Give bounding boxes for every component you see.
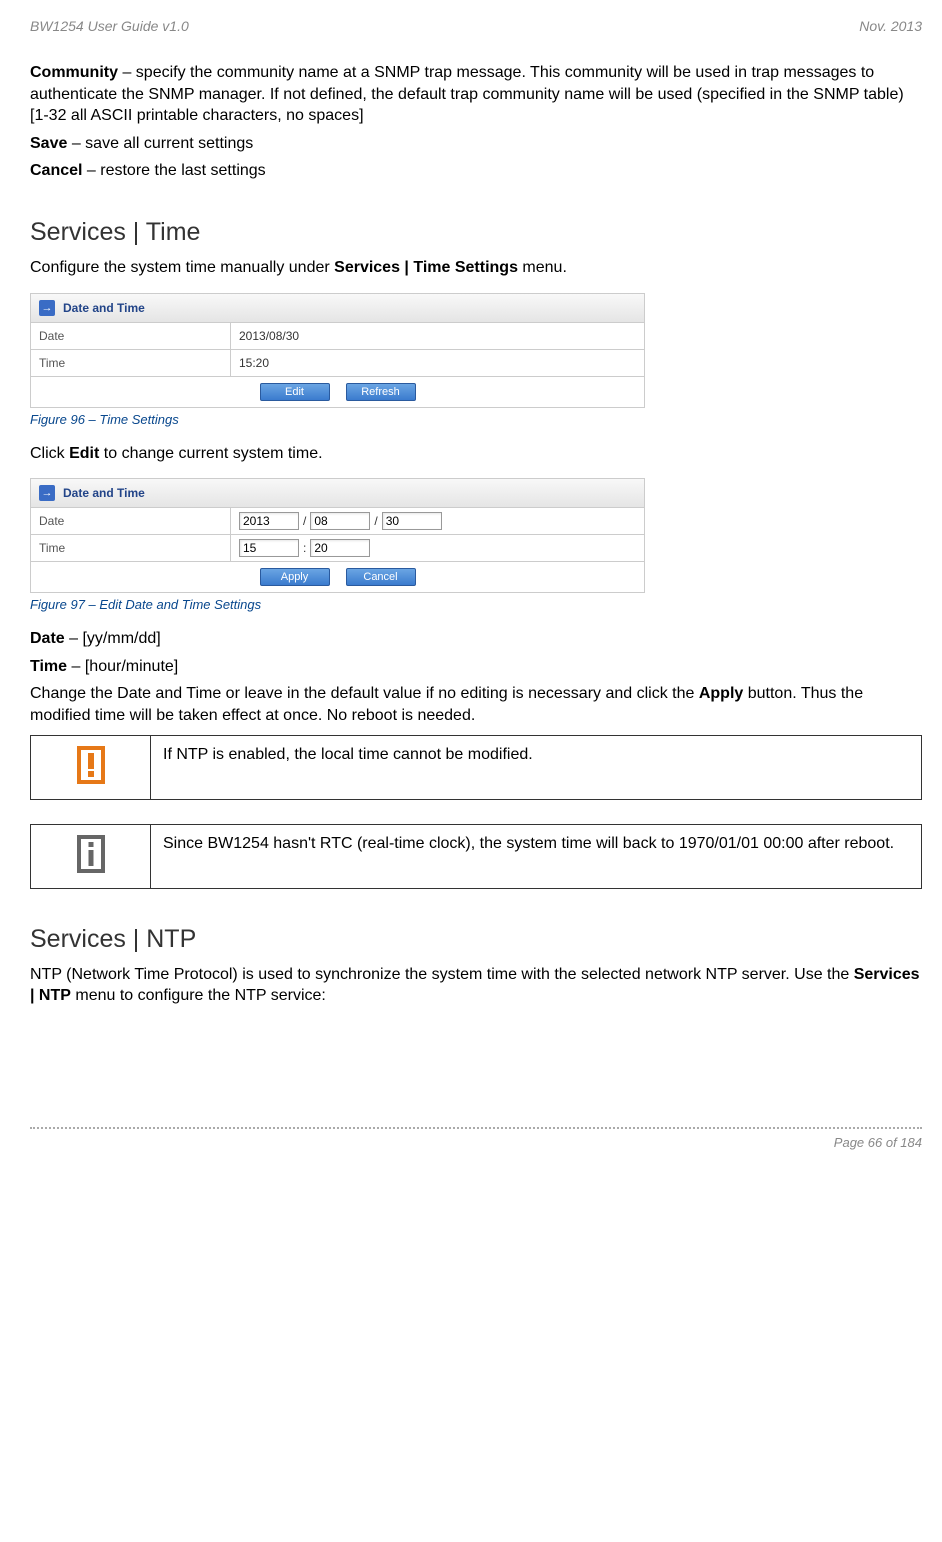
time-value: 15:20	[231, 350, 644, 376]
refresh-button[interactable]: Refresh	[346, 383, 416, 401]
info-icon	[77, 835, 105, 873]
ntp-desc-pre: NTP (Network Time Protocol) is used to s…	[30, 966, 854, 983]
panel-header: → Date and Time	[31, 294, 644, 323]
community-label: Community	[30, 64, 118, 81]
apply-button[interactable]: Apply	[260, 568, 330, 586]
datetime-panel-edit: → Date and Time Date / / Time : Apply Ca…	[30, 478, 645, 593]
save-text: – save all current settings	[67, 135, 253, 152]
date-inputs: / /	[231, 508, 644, 534]
warning-icon-cell	[31, 735, 151, 799]
change-pre: Change the Date and Time or leave in the…	[30, 685, 699, 702]
change-paragraph: Change the Date and Time or leave in the…	[30, 683, 922, 726]
date-year-input[interactable]	[239, 512, 299, 530]
time-desc-post: menu.	[518, 259, 567, 276]
info-note: Since BW1254 hasn't RTC (real-time clock…	[30, 824, 922, 889]
page-footer: Page 66 of 184	[30, 1127, 922, 1150]
fig97-caption: Figure 97 – Edit Date and Time Settings	[30, 597, 922, 612]
warning-text: If NTP is enabled, the local time cannot…	[151, 735, 922, 799]
time-label: Time	[31, 350, 231, 376]
colon: :	[303, 541, 306, 555]
ntp-heading: Services | NTP	[30, 925, 922, 954]
button-row-edit: Apply Cancel	[31, 562, 644, 592]
ntp-desc-post: menu to configure the NTP service:	[71, 987, 326, 1004]
info-text: Since BW1254 hasn't RTC (real-time clock…	[151, 824, 922, 888]
time-min-input[interactable]	[310, 539, 370, 557]
click-edit-pre: Click	[30, 445, 69, 462]
date-day-input[interactable]	[382, 512, 442, 530]
time-inputs: :	[231, 535, 644, 561]
date-row-edit: Date / /	[31, 508, 644, 535]
fig96-caption: Figure 96 – Time Settings	[30, 412, 922, 427]
header-right: Nov. 2013	[859, 18, 922, 34]
arrow-icon: →	[39, 485, 55, 501]
date-label-edit: Date	[31, 508, 231, 534]
footer-text: Page 66 of 184	[834, 1135, 922, 1150]
date-format-label: Date	[30, 630, 65, 647]
date-value: 2013/08/30	[231, 323, 644, 349]
date-label: Date	[31, 323, 231, 349]
click-edit-line: Click Edit to change current system time…	[30, 443, 922, 465]
change-bold: Apply	[699, 685, 743, 702]
header-left: BW1254 User Guide v1.0	[30, 18, 189, 34]
time-desc-bold: Services | Time Settings	[334, 259, 518, 276]
click-edit-post: to change current system time.	[99, 445, 322, 462]
time-hour-input[interactable]	[239, 539, 299, 557]
page-header: BW1254 User Guide v1.0 Nov. 2013	[30, 18, 922, 34]
date-format-line: Date – [yy/mm/dd]	[30, 628, 922, 650]
cancel-paragraph: Cancel – restore the last settings	[30, 160, 922, 182]
save-paragraph: Save – save all current settings	[30, 133, 922, 155]
time-label-edit: Time	[31, 535, 231, 561]
warning-icon	[77, 746, 105, 784]
community-text: – specify the community name at a SNMP t…	[30, 64, 904, 124]
community-paragraph: Community – specify the community name a…	[30, 62, 922, 127]
panel-title: Date and Time	[63, 301, 145, 315]
datetime-panel-view: → Date and Time Date 2013/08/30 Time 15:…	[30, 293, 645, 408]
save-label: Save	[30, 135, 67, 152]
info-icon-cell	[31, 824, 151, 888]
time-format-text: – [hour/minute]	[67, 658, 178, 675]
time-desc: Configure the system time manually under…	[30, 257, 922, 279]
arrow-icon: →	[39, 300, 55, 316]
click-edit-bold: Edit	[69, 445, 99, 462]
time-desc-pre: Configure the system time manually under	[30, 259, 334, 276]
time-format-label: Time	[30, 658, 67, 675]
cancel-text: – restore the last settings	[82, 162, 265, 179]
ntp-desc: NTP (Network Time Protocol) is used to s…	[30, 964, 922, 1007]
time-row-edit: Time :	[31, 535, 644, 562]
slash1: /	[303, 514, 306, 528]
panel-header-edit: → Date and Time	[31, 479, 644, 508]
time-heading: Services | Time	[30, 218, 922, 247]
cancel-label: Cancel	[30, 162, 82, 179]
panel-title-edit: Date and Time	[63, 486, 145, 500]
date-format-text: – [yy/mm/dd]	[65, 630, 161, 647]
slash2: /	[374, 514, 377, 528]
edit-button[interactable]: Edit	[260, 383, 330, 401]
time-format-line: Time – [hour/minute]	[30, 656, 922, 678]
cancel-button[interactable]: Cancel	[346, 568, 416, 586]
button-row: Edit Refresh	[31, 377, 644, 407]
time-row: Time 15:20	[31, 350, 644, 377]
date-month-input[interactable]	[310, 512, 370, 530]
warning-note: If NTP is enabled, the local time cannot…	[30, 735, 922, 800]
date-row: Date 2013/08/30	[31, 323, 644, 350]
